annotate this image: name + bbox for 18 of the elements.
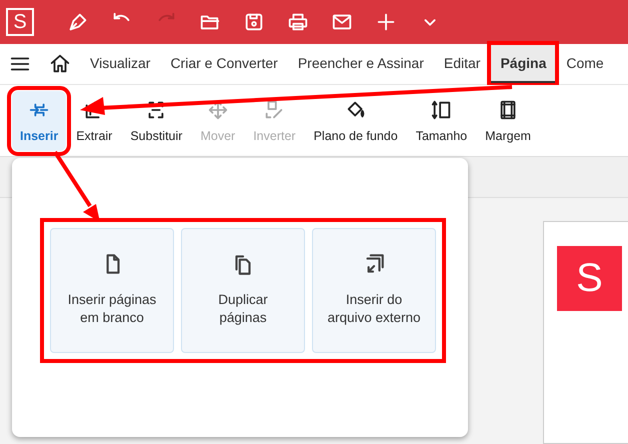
menu-tab[interactable]: Criar e Converter	[160, 44, 288, 84]
toolbar-button[interactable]: Inserir	[12, 90, 66, 150]
toolbar-button[interactable]: Substituir	[122, 90, 190, 150]
page-size-icon	[430, 98, 452, 120]
document-logo: S	[557, 246, 622, 311]
menu-tab[interactable]: Visualizar	[80, 44, 160, 84]
toolbar-button[interactable]: Margem	[477, 90, 539, 150]
app-logo: S	[6, 8, 34, 36]
insert-option-button[interactable]: Duplicar páginas	[181, 228, 305, 353]
menu-tab[interactable]: Come	[556, 44, 614, 84]
insert-option-button[interactable]: Inserir páginas em branco	[50, 228, 174, 353]
menu-tab[interactable]: Preencher e Assinar	[288, 44, 434, 84]
insert-option-button[interactable]: Inserir do arquivo externo	[312, 228, 436, 353]
toolbar-button[interactable]: Tamanho	[408, 90, 476, 150]
menu-tab[interactable]: Página	[490, 44, 556, 84]
toolbar-button[interactable]: Plano de fundo	[306, 90, 406, 150]
menu-tab[interactable]: Editar	[434, 44, 490, 84]
home-icon	[49, 53, 71, 75]
